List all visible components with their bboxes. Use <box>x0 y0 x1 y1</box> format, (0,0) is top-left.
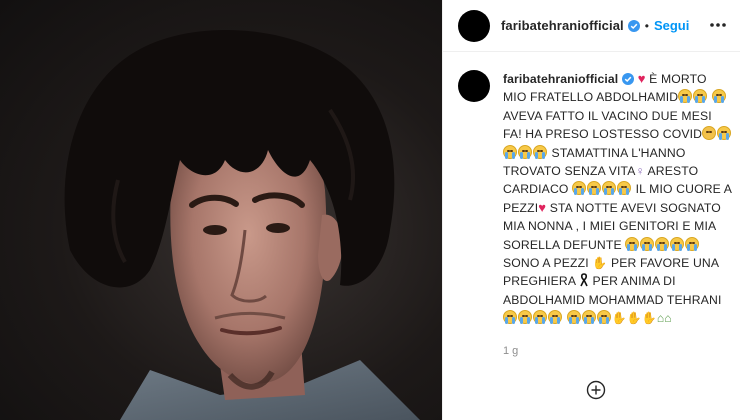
post-timestamp[interactable]: 1 g <box>503 345 518 357</box>
black-ribbon-emoji <box>580 273 588 287</box>
post-header: faribatehraniofficial • Segui <box>443 0 740 52</box>
more-options-icon[interactable] <box>707 14 729 36</box>
crying-face-emoji <box>717 126 732 141</box>
crying-face-emoji <box>678 89 693 104</box>
avatar[interactable] <box>458 9 490 42</box>
post-side-panel: faribatehraniofficial • Segui faribatehr… <box>442 0 740 420</box>
crying-face-emoji <box>518 310 532 325</box>
crying-face-emoji <box>670 236 685 251</box>
red-heart-emoji: ♥ <box>637 71 646 86</box>
caption-username-link[interactable]: faribatehraniofficial <box>503 72 618 86</box>
crying-face-emoji <box>518 144 532 159</box>
folded-hands-emoji: ✋ <box>592 256 608 271</box>
house-emoji: ⌂ <box>664 311 672 326</box>
portrait-illustration <box>64 29 420 420</box>
crying-face-emoji <box>533 144 547 159</box>
post-photo[interactable] <box>0 0 442 420</box>
verified-badge-icon <box>622 73 635 85</box>
crying-face-emoji <box>566 310 581 325</box>
crying-face-emoji <box>625 236 640 251</box>
crying-face-emoji <box>503 144 517 159</box>
crying-face-emoji <box>533 310 547 325</box>
caption-avatar[interactable] <box>458 70 490 102</box>
username-link[interactable]: faribatehraniofficial <box>501 18 624 33</box>
separator-dot: • <box>644 18 649 33</box>
crying-face-emoji <box>572 181 587 196</box>
crying-face-emoji <box>602 181 617 196</box>
house-emoji: ⌂ <box>656 311 665 326</box>
crying-face-emoji <box>596 310 611 325</box>
folded-hands-emoji: ✋ <box>641 311 657 326</box>
add-circle-icon[interactable] <box>586 380 606 400</box>
crying-face-emoji <box>693 89 708 104</box>
caption-text: faribatehraniofficial ♥ È MORTO MIO FRAT… <box>503 70 733 328</box>
crying-face-emoji <box>587 181 602 196</box>
woman-emoji: ♀ <box>635 164 645 179</box>
crying-face-emoji <box>640 236 655 251</box>
crying-face-emoji <box>548 310 562 325</box>
flushed-face-emoji <box>702 126 717 141</box>
crying-face-emoji <box>503 310 517 325</box>
follow-button[interactable]: Segui <box>654 18 689 33</box>
red-heart-emoji: ♥ <box>538 199 547 215</box>
folded-hands-emoji: ✋ <box>611 311 627 326</box>
crying-face-emoji <box>655 236 670 251</box>
crying-face-emoji <box>617 181 632 196</box>
folded-hands-emoji: ✋ <box>626 311 642 326</box>
crying-face-emoji <box>711 89 726 104</box>
verified-badge-icon <box>627 19 640 32</box>
crying-face-emoji <box>581 310 596 325</box>
crying-face-emoji <box>685 236 700 251</box>
